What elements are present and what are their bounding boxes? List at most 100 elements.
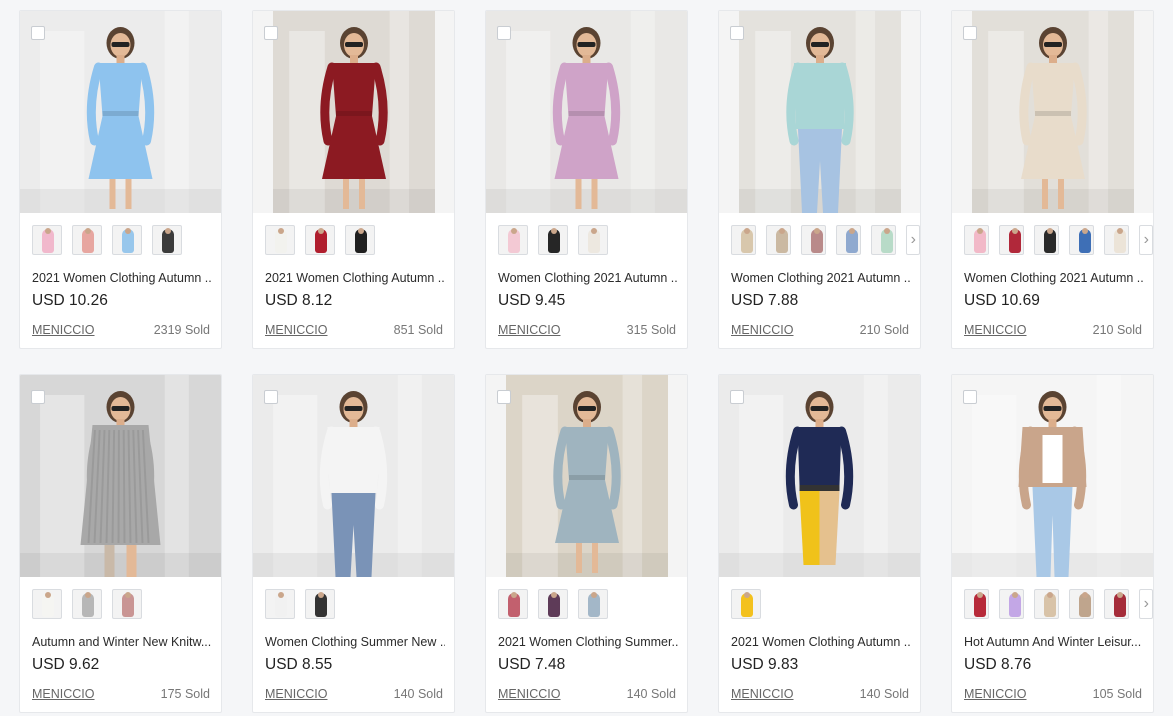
select-checkbox[interactable] xyxy=(963,390,977,404)
seller-link[interactable]: MENICCIO xyxy=(964,687,1027,701)
product-card-3[interactable]: Women Clothing 2021 Autumn ... USD 9.45 … xyxy=(485,10,688,349)
product-title[interactable]: Autumn and Winter New Knitw... xyxy=(32,635,212,649)
product-card-6[interactable]: Autumn and Winter New Knitw... USD 9.62 … xyxy=(19,374,222,713)
color-swatch[interactable] xyxy=(152,225,182,255)
color-swatches xyxy=(20,213,221,269)
product-title[interactable]: Hot Autumn And Winter Leisur... xyxy=(964,635,1144,649)
product-card-10[interactable]: › Hot Autumn And Winter Leisur... USD 8.… xyxy=(951,374,1154,713)
color-swatch[interactable] xyxy=(578,225,608,255)
color-swatch[interactable] xyxy=(964,589,990,619)
product-image[interactable] xyxy=(719,375,920,577)
product-price: USD 8.12 xyxy=(265,292,333,309)
product-card-8[interactable]: 2021 Women Clothing Summer... USD 7.48 M… xyxy=(485,374,688,713)
select-checkbox[interactable] xyxy=(963,26,977,40)
product-card-9[interactable]: 2021 Women Clothing Autumn ... USD 9.83 … xyxy=(718,374,921,713)
select-checkbox[interactable] xyxy=(31,390,45,404)
color-swatch[interactable] xyxy=(964,225,990,255)
color-swatch[interactable] xyxy=(731,225,757,255)
model-illustration xyxy=(20,375,221,577)
select-checkbox[interactable] xyxy=(264,26,278,40)
color-swatch[interactable] xyxy=(999,589,1025,619)
color-swatch[interactable] xyxy=(265,225,295,255)
color-swatch[interactable] xyxy=(538,589,568,619)
color-swatch[interactable] xyxy=(766,225,792,255)
product-image[interactable] xyxy=(20,375,221,577)
product-title[interactable]: Women Clothing 2021 Autumn ... xyxy=(498,271,678,285)
seller-link[interactable]: MENICCIO xyxy=(731,323,794,337)
color-swatch[interactable] xyxy=(801,225,827,255)
seller-link[interactable]: MENICCIO xyxy=(265,323,328,337)
product-image[interactable] xyxy=(719,11,920,213)
product-title[interactable]: Women Clothing 2021 Autumn ... xyxy=(964,271,1144,285)
color-swatch[interactable] xyxy=(578,589,608,619)
product-card-1[interactable]: 2021 Women Clothing Autumn ... USD 10.26… xyxy=(19,10,222,349)
color-swatch[interactable] xyxy=(305,225,335,255)
color-swatch[interactable] xyxy=(731,589,761,619)
product-title[interactable]: 2021 Women Clothing Summer... xyxy=(498,635,678,649)
color-swatch[interactable] xyxy=(72,589,102,619)
product-image[interactable] xyxy=(486,375,687,577)
seller-link[interactable]: MENICCIO xyxy=(731,687,794,701)
color-swatch[interactable] xyxy=(498,225,528,255)
seller-link[interactable]: MENICCIO xyxy=(32,323,95,337)
product-card-2[interactable]: 2021 Women Clothing Autumn ... USD 8.12 … xyxy=(252,10,455,349)
color-swatch[interactable] xyxy=(1034,589,1060,619)
color-swatch[interactable] xyxy=(836,225,862,255)
product-image[interactable] xyxy=(952,11,1153,213)
product-card-7[interactable]: Women Clothing Summer New ... USD 8.55 M… xyxy=(252,374,455,713)
product-grid: 2021 Women Clothing Autumn ... USD 10.26… xyxy=(19,10,1154,713)
color-swatch[interactable] xyxy=(1104,589,1130,619)
chevron-right-icon[interactable]: › xyxy=(906,225,920,255)
select-checkbox[interactable] xyxy=(497,26,511,40)
color-swatch[interactable] xyxy=(112,589,142,619)
select-checkbox[interactable] xyxy=(31,26,45,40)
sold-count: 210 Sold xyxy=(859,323,909,337)
product-title[interactable]: 2021 Women Clothing Autumn ... xyxy=(265,271,445,285)
color-swatch[interactable] xyxy=(112,225,142,255)
seller-link[interactable]: MENICCIO xyxy=(498,687,561,701)
product-title[interactable]: Women Clothing Summer New ... xyxy=(265,635,445,649)
color-swatch[interactable] xyxy=(32,589,62,619)
sold-count: 315 Sold xyxy=(626,323,676,337)
color-swatch[interactable] xyxy=(72,225,102,255)
sold-count: 140 Sold xyxy=(859,687,909,701)
product-price: USD 7.48 xyxy=(498,656,566,673)
color-swatch[interactable] xyxy=(32,225,62,255)
product-image[interactable] xyxy=(952,375,1153,577)
chevron-right-icon[interactable]: › xyxy=(1139,589,1153,619)
seller-link[interactable]: MENICCIO xyxy=(265,687,328,701)
model-illustration xyxy=(253,375,454,577)
select-checkbox[interactable] xyxy=(730,26,744,40)
sold-count: 2319 Sold xyxy=(153,323,210,337)
color-swatch[interactable] xyxy=(871,225,897,255)
select-checkbox[interactable] xyxy=(730,390,744,404)
color-swatch[interactable] xyxy=(498,589,528,619)
color-swatch[interactable] xyxy=(345,225,375,255)
color-swatch[interactable] xyxy=(999,225,1025,255)
color-swatch[interactable] xyxy=(538,225,568,255)
color-swatch[interactable] xyxy=(1034,225,1060,255)
product-title[interactable]: Women Clothing 2021 Autumn ... xyxy=(731,271,911,285)
product-image[interactable] xyxy=(20,11,221,213)
product-image[interactable] xyxy=(253,375,454,577)
color-swatch[interactable] xyxy=(1104,225,1130,255)
color-swatch[interactable] xyxy=(265,589,295,619)
product-price: USD 9.62 xyxy=(32,656,100,673)
sold-count: 105 Sold xyxy=(1092,687,1142,701)
color-swatch[interactable] xyxy=(1069,589,1095,619)
seller-link[interactable]: MENICCIO xyxy=(32,687,95,701)
select-checkbox[interactable] xyxy=(264,390,278,404)
color-swatch[interactable] xyxy=(1069,225,1095,255)
product-card-5[interactable]: › Women Clothing 2021 Autumn ... USD 10.… xyxy=(951,10,1154,349)
seller-link[interactable]: MENICCIO xyxy=(498,323,561,337)
color-swatch[interactable] xyxy=(305,589,335,619)
product-title[interactable]: 2021 Women Clothing Autumn ... xyxy=(731,635,911,649)
seller-link[interactable]: MENICCIO xyxy=(964,323,1027,337)
product-card-4[interactable]: › Women Clothing 2021 Autumn ... USD 7.8… xyxy=(718,10,921,349)
chevron-right-icon[interactable]: › xyxy=(1139,225,1153,255)
product-image[interactable] xyxy=(486,11,687,213)
product-title[interactable]: 2021 Women Clothing Autumn ... xyxy=(32,271,212,285)
product-image[interactable] xyxy=(253,11,454,213)
product-price: USD 10.69 xyxy=(964,292,1040,309)
select-checkbox[interactable] xyxy=(497,390,511,404)
